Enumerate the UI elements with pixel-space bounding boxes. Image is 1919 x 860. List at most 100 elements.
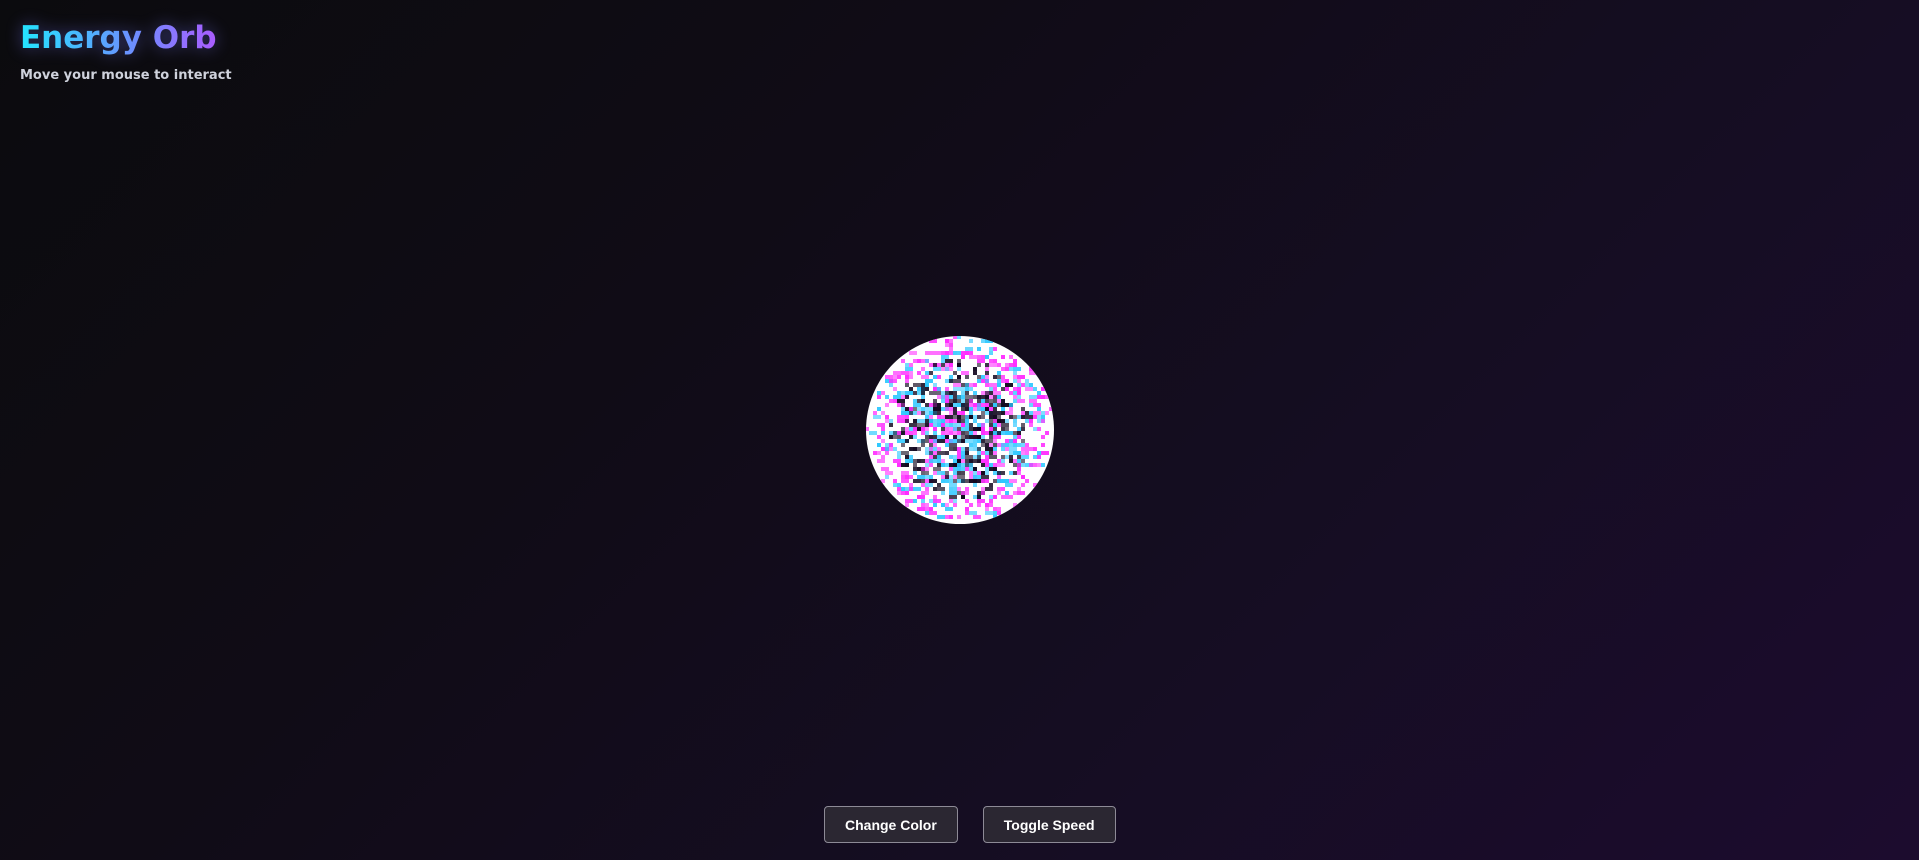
orb-speckle <box>933 399 937 403</box>
orb-speckle <box>1005 379 1009 383</box>
page-subtitle: Move your mouse to interact <box>20 68 232 83</box>
orb-speckle <box>1017 399 1025 403</box>
orb-speckle <box>1001 407 1005 411</box>
orb-speckle <box>953 447 957 451</box>
orb-speckle <box>909 375 913 379</box>
orb-speckle <box>1021 491 1025 495</box>
orb-speckle <box>881 391 885 395</box>
orb-speckle <box>941 479 945 483</box>
orb-speckle <box>1037 391 1041 395</box>
orb-speckle <box>989 463 993 467</box>
orb-speckle <box>1017 491 1021 495</box>
orb-speckle <box>897 487 901 491</box>
orb-speckle <box>981 427 985 431</box>
orb-speckle <box>997 431 1001 435</box>
orb-speckle <box>985 355 989 359</box>
orb-speckle <box>881 431 885 435</box>
orb-speckle <box>961 395 965 399</box>
orb-speckle <box>925 483 933 487</box>
orb-speckle <box>921 375 929 379</box>
orb-speckle <box>889 435 893 439</box>
orb-speckle <box>1013 379 1017 383</box>
orb-speckle <box>877 435 881 439</box>
orb-speckle <box>997 371 1001 375</box>
orb-speckle <box>993 439 997 443</box>
orb-speckle <box>909 411 913 415</box>
orb-speckle <box>969 511 977 515</box>
orb-speckle <box>965 427 969 431</box>
orb-speckle <box>949 491 957 495</box>
orb-speckle <box>933 431 937 435</box>
orb-speckle <box>989 411 997 415</box>
orb-speckle <box>989 387 993 391</box>
orb-speckle <box>921 431 925 435</box>
orb-speckle <box>969 459 973 463</box>
orb-speckle <box>1005 483 1013 487</box>
orb-speckle <box>973 391 977 395</box>
orb-speckle <box>1017 415 1021 419</box>
orb-speckle <box>901 359 905 363</box>
orb-speckle <box>953 411 957 415</box>
orb-speckle <box>905 419 909 423</box>
orb-speckle <box>1025 443 1029 447</box>
orb-speckle <box>961 447 965 451</box>
orb-speckle <box>941 459 945 463</box>
orb-speckle <box>953 423 957 427</box>
orb-speckle <box>969 399 973 403</box>
orb-speckle <box>1005 411 1009 415</box>
orb-speckle <box>1021 443 1025 447</box>
orb-speckle <box>1001 471 1005 475</box>
orb-speckle <box>933 375 937 379</box>
orb-speckle <box>929 459 933 463</box>
orb-speckle <box>965 423 969 427</box>
orb-speckle <box>913 467 917 471</box>
orb-speckle <box>993 451 997 455</box>
orb-speckle <box>945 479 949 483</box>
orb-speckle <box>945 339 949 343</box>
orb-speckle <box>997 475 1001 479</box>
orb-speckle <box>945 355 949 359</box>
orb-speckle <box>961 455 965 459</box>
orb-speckle <box>897 439 901 443</box>
change-color-button[interactable]: Change Color <box>824 806 958 843</box>
orb-speckle <box>937 375 941 379</box>
orb-speckle <box>1021 455 1029 459</box>
orb-speckle <box>945 395 949 399</box>
orb-speckle <box>921 491 925 495</box>
orb-speckle <box>961 491 969 495</box>
orb-speckle <box>929 475 933 479</box>
orb-speckle <box>1025 411 1029 415</box>
orb-speckle <box>1029 367 1037 371</box>
orb-speckle <box>981 459 989 463</box>
orb-speckle <box>901 431 905 435</box>
orb-speckle <box>893 395 901 399</box>
orb-speckle <box>957 427 961 431</box>
orb-speckle <box>949 419 953 423</box>
orb-speckle <box>985 363 989 367</box>
orb-speckle <box>901 479 905 483</box>
toggle-speed-button[interactable]: Toggle Speed <box>982 806 1116 843</box>
orb-speckle <box>957 459 961 463</box>
orb-speckle <box>993 511 997 515</box>
orb-speckle <box>1009 355 1013 359</box>
orb-speckle <box>1045 431 1049 435</box>
orb-speckle <box>1013 419 1017 423</box>
orb-speckle <box>905 491 909 495</box>
orb-speckle <box>1029 423 1033 427</box>
orb-speckle <box>1013 439 1017 443</box>
orb-speckle <box>961 435 965 439</box>
energy-orb[interactable] <box>865 335 1055 525</box>
orb-speckle <box>985 487 993 491</box>
orb-speckle <box>1021 475 1025 479</box>
orb-speckle <box>961 423 965 427</box>
orb-speckle <box>965 347 973 351</box>
orb-speckle <box>1009 447 1017 451</box>
orb-speckle <box>1013 415 1017 419</box>
orb-speckle <box>989 423 993 427</box>
orb-speckle <box>949 483 957 487</box>
orb-speckle <box>929 443 933 447</box>
orb-speckle <box>921 467 929 471</box>
orb-speckle <box>1017 443 1021 447</box>
orb-speckle <box>985 507 989 511</box>
orb-speckle <box>997 399 1001 403</box>
